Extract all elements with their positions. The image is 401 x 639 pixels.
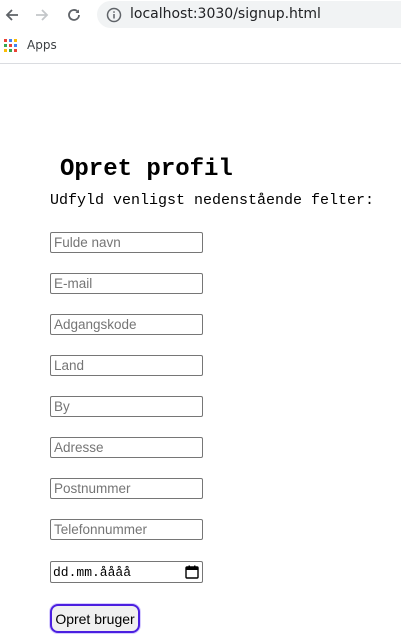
city-input[interactable] [50,396,203,417]
info-icon [106,7,122,23]
reload-icon [68,9,80,21]
email-input[interactable] [50,273,203,294]
reload-button[interactable] [64,5,84,25]
back-button[interactable] [2,5,22,25]
password-input[interactable] [50,314,203,335]
apps-grid-icon[interactable] [4,39,18,53]
page-title: Opret profil [60,156,233,183]
postal-code-input[interactable] [50,478,203,499]
phone-input[interactable] [50,519,203,540]
arrow-left-icon [5,9,18,21]
arrow-right-icon [36,9,49,21]
browser-toolbar: localhost:3030/signup.html [0,0,401,30]
apps-bookmark[interactable]: Apps [27,38,57,52]
country-input[interactable] [50,355,203,376]
create-user-button[interactable]: Opret bruger [50,604,140,633]
calendar-icon[interactable] [185,565,199,579]
address-bar[interactable]: localhost:3030/signup.html [97,1,401,28]
url-text: localhost:3030/signup.html [130,6,321,22]
forward-button[interactable] [32,5,52,25]
full-name-input[interactable] [50,232,203,253]
bookmarks-bar: Apps [0,33,401,64]
birthdate-input[interactable]: dd.mm.åååå [50,561,203,583]
intro-text: Udfyld venligst nedenstående felter: [50,192,375,209]
date-placeholder: dd.mm.åååå [53,565,132,580]
address-input[interactable] [50,437,203,458]
